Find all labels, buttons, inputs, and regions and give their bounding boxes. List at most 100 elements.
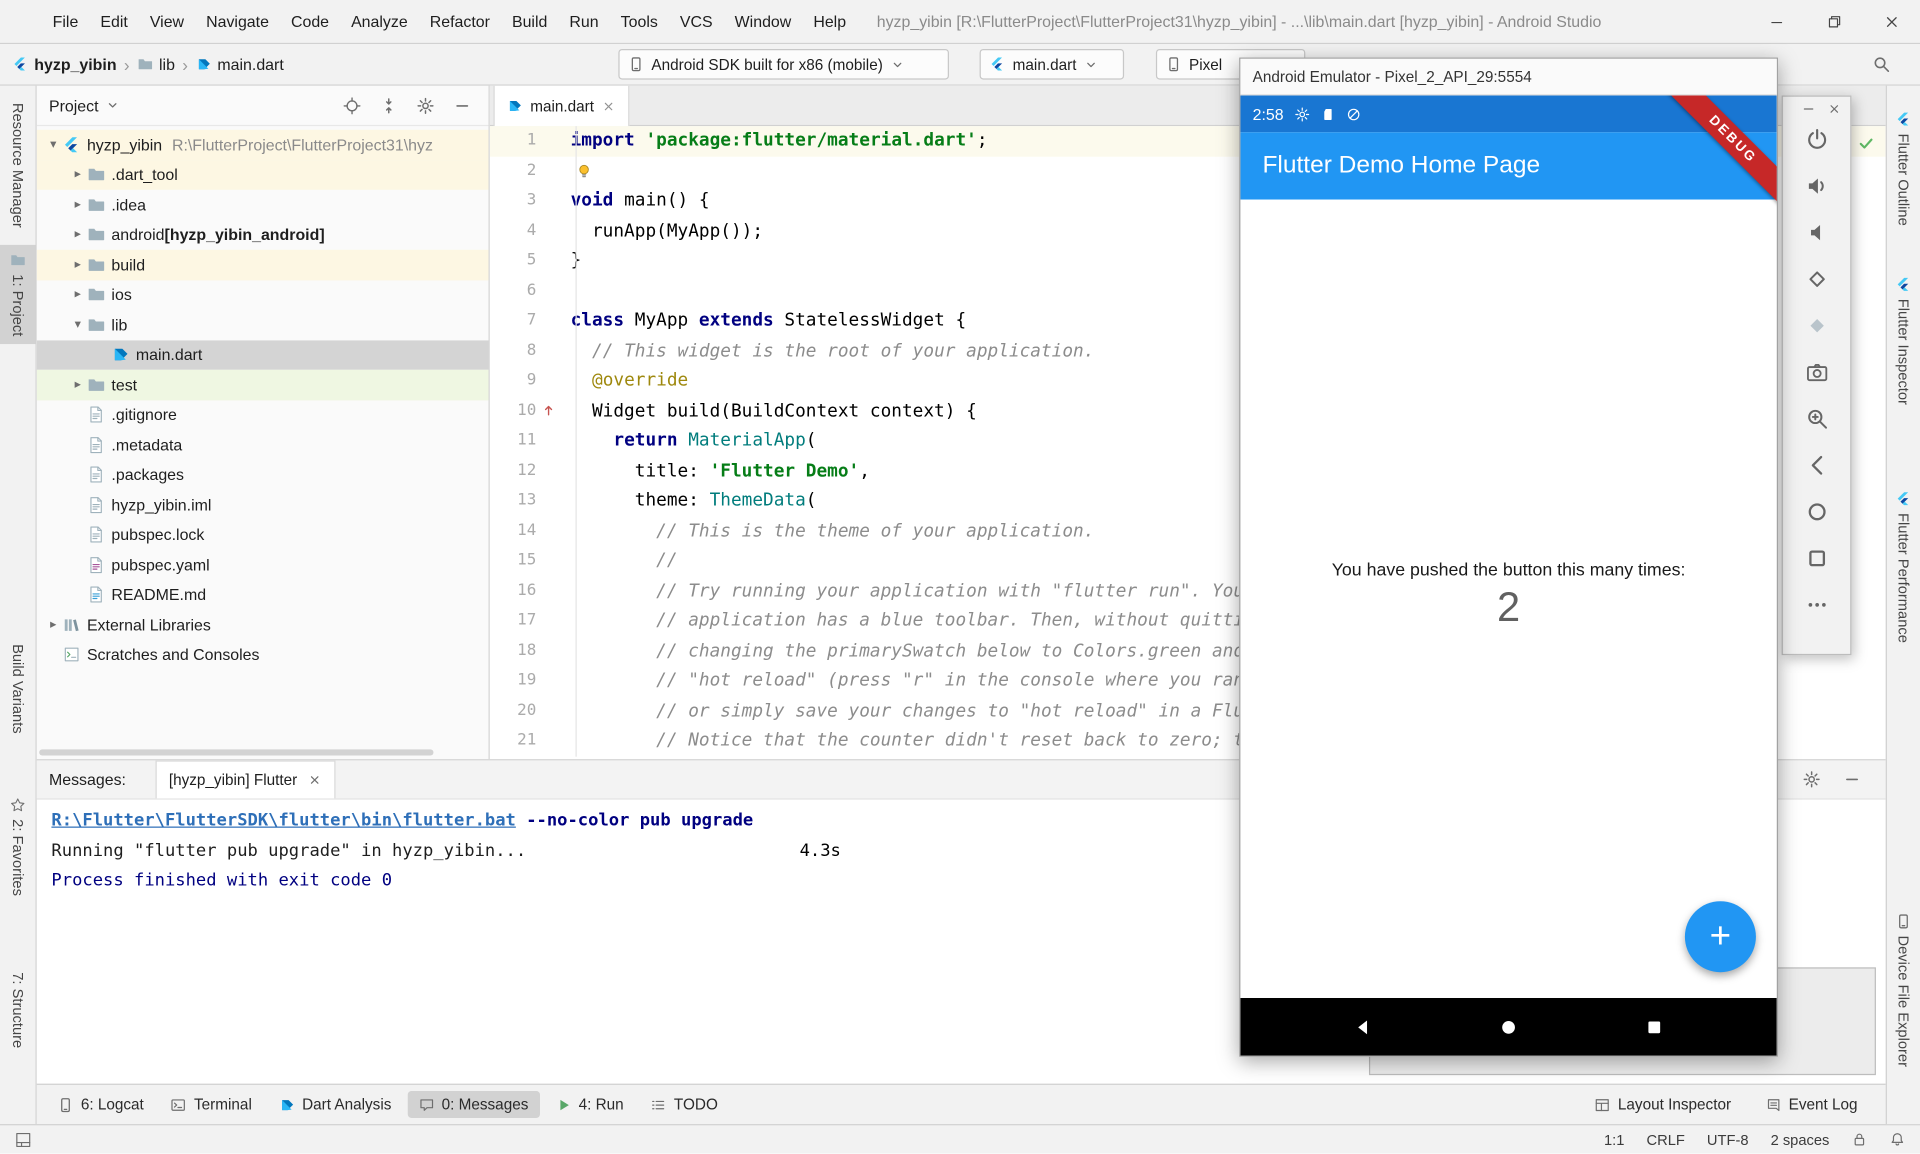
- tree-item-test[interactable]: ▸test: [37, 370, 489, 400]
- expand-arrow-icon[interactable]: ▸: [69, 378, 87, 391]
- tree-item-pubspec-yaml[interactable]: pubspec.yaml: [37, 550, 489, 580]
- horizontal-scrollbar[interactable]: [39, 749, 433, 755]
- restore-button[interactable]: [1805, 0, 1863, 43]
- tool-stripe-device-file-explorer[interactable]: Device File Explorer: [1887, 906, 1920, 1074]
- menu-edit[interactable]: Edit: [89, 0, 138, 43]
- tree-item-gitignore[interactable]: .gitignore: [37, 400, 489, 430]
- emulator-back-button[interactable]: [1794, 442, 1838, 489]
- tree-item-hyzp-yibin[interactable]: ▾hyzp_yibinR:\FlutterProject\FlutterProj…: [37, 130, 489, 160]
- menu-code[interactable]: Code: [280, 0, 340, 43]
- emulator-minimize-icon[interactable]: [1801, 102, 1816, 117]
- menu-vcs[interactable]: VCS: [669, 0, 724, 43]
- emulator-volume-up-button[interactable]: [1794, 163, 1838, 210]
- status-crlf[interactable]: CRLF: [1646, 1131, 1684, 1148]
- tree-item-main-dart[interactable]: main.dart: [37, 340, 489, 370]
- tool-stripe-2-favorites[interactable]: 2: Favorites: [0, 790, 36, 904]
- tool-button-0-messages[interactable]: 0: Messages: [407, 1091, 539, 1118]
- hide-panel-icon[interactable]: [453, 96, 471, 114]
- fab-button[interactable]: +: [1685, 901, 1756, 972]
- flutter-console-tab[interactable]: [hyzp_yibin] Flutter: [155, 760, 335, 798]
- lock-icon[interactable]: [1851, 1131, 1867, 1147]
- tree-item-pubspec-lock[interactable]: pubspec.lock: [37, 520, 489, 550]
- minimize-button[interactable]: [1747, 0, 1805, 43]
- expand-arrow-icon[interactable]: ▸: [69, 198, 87, 211]
- tool-stripe-flutter-inspector[interactable]: Flutter Inspector: [1887, 269, 1920, 412]
- hide-panel-icon[interactable]: [1843, 770, 1861, 788]
- expand-arrow-icon[interactable]: ▸: [69, 258, 87, 271]
- emulator-camera-button[interactable]: [1794, 349, 1838, 396]
- status-1-1[interactable]: 1:1: [1604, 1131, 1624, 1148]
- tool-windows-icon[interactable]: [15, 1131, 32, 1148]
- emulator-home-button[interactable]: [1794, 489, 1838, 536]
- menu-build[interactable]: Build: [501, 0, 558, 43]
- menu-refactor[interactable]: Refactor: [419, 0, 501, 43]
- run-config-selector[interactable]: main.dart: [980, 49, 1124, 80]
- emulator-overview-button[interactable]: [1794, 535, 1838, 582]
- collapse-all-icon[interactable]: [380, 96, 398, 114]
- tree-item-metadata[interactable]: .metadata: [37, 430, 489, 460]
- search-icon[interactable]: [1872, 55, 1890, 73]
- nav-back-icon[interactable]: [1353, 1017, 1373, 1037]
- status-utf-8[interactable]: UTF-8: [1707, 1131, 1749, 1148]
- console-link[interactable]: R:\Flutter\FlutterSDK\flutter\bin\flutte…: [51, 811, 515, 831]
- close-tab-icon[interactable]: [601, 99, 616, 114]
- tool-button-dart-analysis[interactable]: Dart Analysis: [268, 1091, 403, 1118]
- nav-home-icon[interactable]: [1499, 1017, 1519, 1037]
- emulator-close-icon[interactable]: [1827, 102, 1842, 117]
- close-button[interactable]: [1862, 0, 1920, 43]
- emulator-rotate-right-button[interactable]: [1794, 302, 1838, 349]
- tree-item-idea[interactable]: ▸.idea: [37, 190, 489, 220]
- tree-item-scratches-and-consoles[interactable]: Scratches and Consoles: [37, 640, 489, 670]
- menu-window[interactable]: Window: [724, 0, 803, 43]
- tool-button-event-log[interactable]: Event Log: [1754, 1091, 1868, 1118]
- emulator-screen[interactable]: 2:58 Flutter Demo Home Page You have pus…: [1240, 96, 1776, 1056]
- tool-button-4-run[interactable]: 4: Run: [544, 1091, 634, 1118]
- tool-stripe-1-project[interactable]: 1: Project: [0, 245, 36, 344]
- menu-view[interactable]: View: [139, 0, 195, 43]
- emulator-zoom-button[interactable]: [1794, 396, 1838, 443]
- nav-recents-icon[interactable]: [1645, 1017, 1665, 1037]
- tool-stripe-build-variants[interactable]: Build Variants: [0, 637, 36, 741]
- tool-stripe-7-structure[interactable]: 7: Structure: [0, 965, 36, 1056]
- emulator-title-bar[interactable]: Android Emulator - Pixel_2_API_29:5554: [1240, 59, 1776, 96]
- tool-button-terminal[interactable]: Terminal: [160, 1091, 263, 1118]
- breadcrumb-main-dart[interactable]: main.dart: [195, 55, 283, 73]
- intention-bulb-icon[interactable]: [576, 163, 593, 180]
- tree-item-hyzp-yibin-iml[interactable]: hyzp_yibin.iml: [37, 490, 489, 520]
- emulator-more-button[interactable]: [1794, 582, 1838, 629]
- tree-item-dart-tool[interactable]: ▸.dart_tool: [37, 160, 489, 190]
- override-marker-icon[interactable]: [541, 402, 556, 417]
- tree-item-readme-md[interactable]: README.md: [37, 580, 489, 610]
- tool-stripe-flutter-outline[interactable]: Flutter Outline: [1887, 104, 1920, 233]
- tree-item-packages[interactable]: .packages: [37, 460, 489, 490]
- breadcrumb-lib[interactable]: lib: [137, 55, 175, 73]
- chevron-down-icon[interactable]: [106, 98, 121, 113]
- tool-button-todo[interactable]: TODO: [640, 1091, 729, 1118]
- gear-icon[interactable]: [416, 96, 434, 114]
- tree-item-lib[interactable]: ▾lib: [37, 310, 489, 340]
- emulator-rotate-left-button[interactable]: [1794, 256, 1838, 303]
- expand-arrow-icon[interactable]: ▸: [69, 288, 87, 301]
- gear-icon[interactable]: [1802, 770, 1820, 788]
- collapse-arrow-icon[interactable]: ▾: [44, 138, 62, 151]
- locate-file-icon[interactable]: [343, 96, 361, 114]
- tree-item-android[interactable]: ▸android [hyzp_yibin_android]: [37, 220, 489, 250]
- expand-arrow-icon[interactable]: ▸: [44, 618, 62, 631]
- menu-navigate[interactable]: Navigate: [195, 0, 280, 43]
- emulator-power-button[interactable]: [1794, 116, 1838, 163]
- breadcrumb-hyzp-yibin[interactable]: hyzp_yibin: [12, 55, 116, 73]
- emulator-volume-down-button[interactable]: [1794, 209, 1838, 256]
- project-panel-title[interactable]: Project: [49, 96, 99, 114]
- tool-stripe-resource-manager[interactable]: Resource Manager: [0, 96, 36, 236]
- tool-stripe-flutter-performance[interactable]: Flutter Performance: [1887, 484, 1920, 651]
- status-2-spaces[interactable]: 2 spaces: [1771, 1131, 1830, 1148]
- menu-run[interactable]: Run: [558, 0, 609, 43]
- tool-button-6-logcat[interactable]: 6: Logcat: [47, 1091, 155, 1118]
- device-selector[interactable]: Android SDK built for x86 (mobile): [618, 49, 949, 80]
- collapse-arrow-icon[interactable]: ▾: [69, 318, 87, 331]
- tree-item-ios[interactable]: ▸ios: [37, 280, 489, 310]
- tab-main-dart[interactable]: main.dart: [493, 86, 629, 126]
- close-tab-icon[interactable]: [307, 773, 322, 788]
- expand-arrow-icon[interactable]: ▸: [69, 228, 87, 241]
- menu-tools[interactable]: Tools: [610, 0, 669, 43]
